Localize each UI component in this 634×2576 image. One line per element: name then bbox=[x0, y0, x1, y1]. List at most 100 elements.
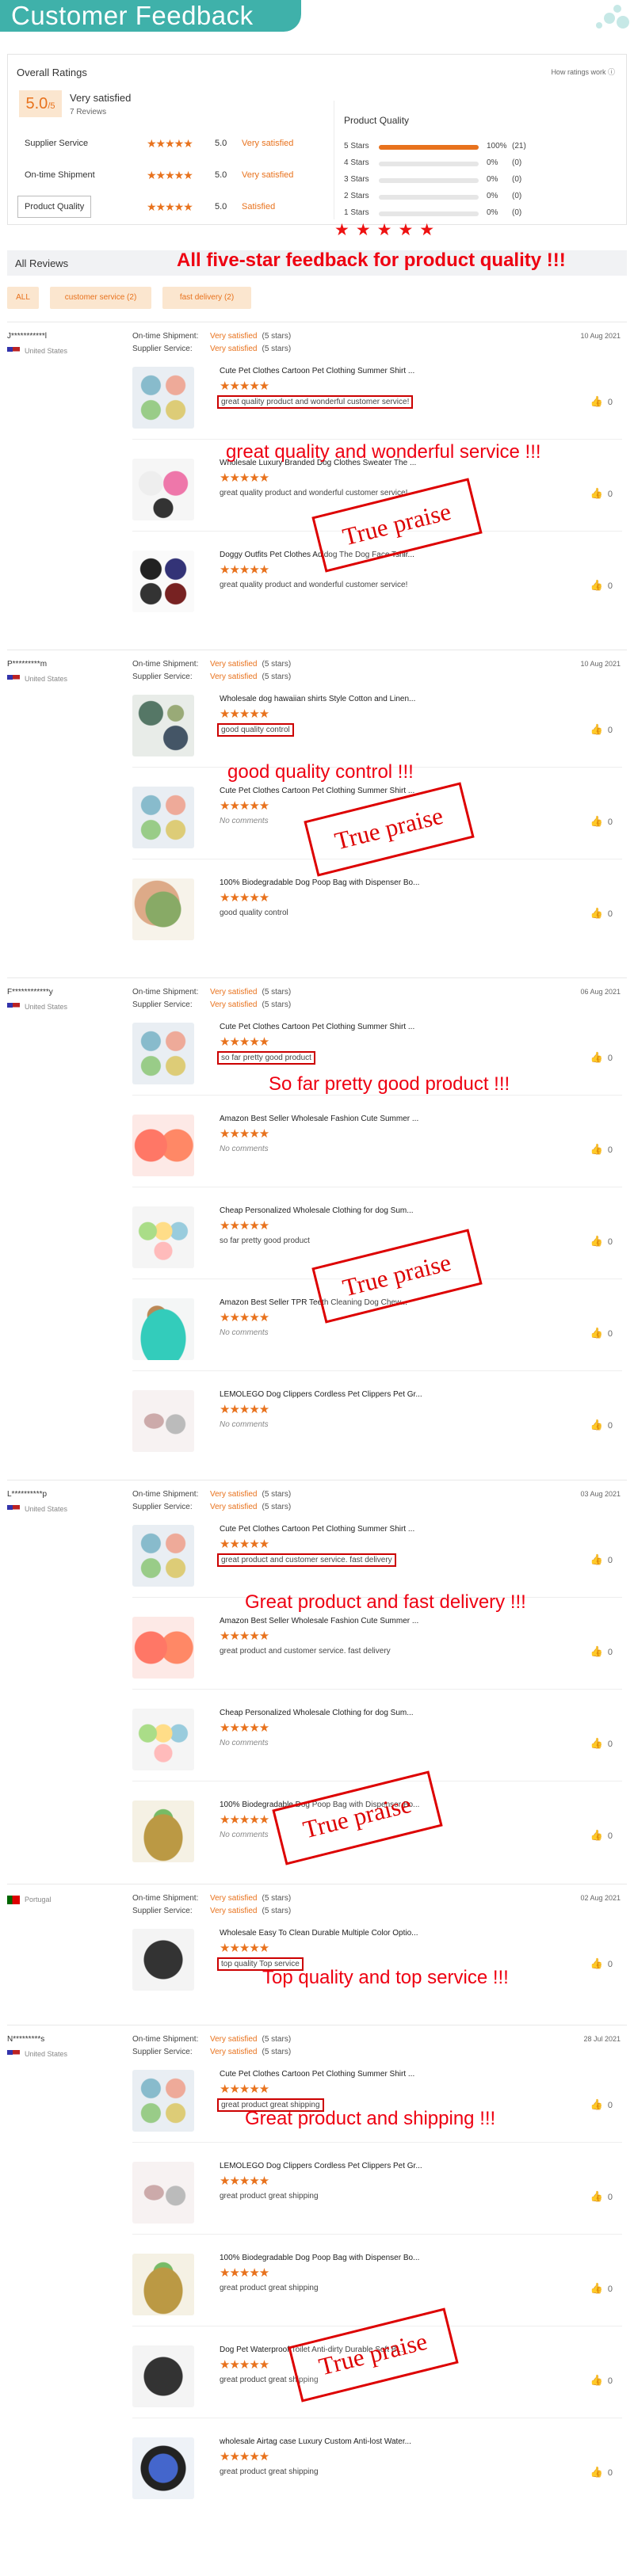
product-image[interactable] bbox=[132, 1298, 194, 1360]
country-flag-icon bbox=[7, 2050, 20, 2060]
product-name-link[interactable]: Cute Pet Clothes Cartoon Pet Clothing Su… bbox=[220, 2070, 414, 2079]
like-button[interactable]: 👍 0 bbox=[590, 1829, 613, 1842]
product-image[interactable] bbox=[132, 2070, 194, 2132]
thumbs-up-icon: 👍 bbox=[590, 1645, 603, 1657]
product-star-rating: ★★★★★ bbox=[220, 707, 269, 721]
product-image[interactable] bbox=[132, 1709, 194, 1770]
category-on-time-shipment[interactable]: On-time Shipment ★★★★★ 5.0 Very satisfie… bbox=[17, 163, 318, 187]
annotation-text: Great product and fast delivery !!! bbox=[245, 1591, 526, 1613]
like-button[interactable]: 👍 0 bbox=[590, 1143, 613, 1156]
product-image[interactable] bbox=[132, 1801, 194, 1862]
product-name-link[interactable]: Amazon Best Seller Wholesale Fashion Cut… bbox=[220, 1115, 418, 1123]
product-image[interactable] bbox=[132, 459, 194, 520]
product-name-link[interactable]: Amazon Best Seller Wholesale Fashion Cut… bbox=[220, 1617, 418, 1625]
product-name-link[interactable]: Cute Pet Clothes Cartoon Pet Clothing Su… bbox=[220, 787, 414, 795]
category-supplier-service[interactable]: Supplier Service ★★★★★ 5.0 Very satisfie… bbox=[17, 131, 318, 155]
filter-customer-service-button[interactable]: customer service (2) bbox=[50, 287, 151, 309]
product-image[interactable] bbox=[132, 551, 194, 612]
product-name-link[interactable]: Cheap Personalized Wholesale Clothing fo… bbox=[220, 1709, 414, 1717]
like-button[interactable]: 👍 0 bbox=[590, 1235, 613, 1248]
rating-row: 1 Stars 0% (0) bbox=[344, 208, 522, 217]
product-name-link[interactable]: wholesale Airtag case Luxury Custom Anti… bbox=[220, 2437, 411, 2446]
product-name-link[interactable]: Wholesale dog hawaiian shirts Style Cott… bbox=[220, 695, 415, 703]
star-rating: ★★★★★ bbox=[147, 200, 193, 213]
country-flag-icon bbox=[7, 347, 20, 356]
like-button[interactable]: 👍 0 bbox=[590, 1957, 613, 1970]
overall-score: 5.0/5 bbox=[19, 90, 62, 117]
like-button[interactable]: 👍 0 bbox=[590, 1645, 613, 1658]
supplier-rating: Supplier Service: Very satisfied (5 stars) bbox=[132, 345, 292, 353]
like-button[interactable]: 👍 0 bbox=[590, 487, 613, 500]
product-image[interactable] bbox=[132, 1929, 194, 1991]
like-button[interactable]: 👍 0 bbox=[590, 2098, 613, 2111]
product-image[interactable] bbox=[132, 1023, 194, 1084]
product-image[interactable] bbox=[132, 695, 194, 756]
shipment-rating: On-time Shipment: Very satisfied (5 stars) bbox=[132, 332, 292, 341]
reviewer-country: United States bbox=[7, 1505, 67, 1515]
like-button[interactable]: 👍 0 bbox=[590, 1051, 613, 1064]
product-star-rating: ★★★★★ bbox=[220, 1311, 269, 1324]
product-star-rating: ★★★★★ bbox=[220, 1035, 269, 1049]
review-product-item: Cute Pet Clothes Cartoon Pet Clothing Su… bbox=[132, 1515, 622, 1598]
product-image[interactable] bbox=[132, 2162, 194, 2224]
like-button[interactable]: 👍 0 bbox=[590, 907, 613, 920]
product-star-rating: ★★★★★ bbox=[220, 471, 269, 485]
product-name-link[interactable]: Cheap Personalized Wholesale Clothing fo… bbox=[220, 1206, 414, 1215]
product-image[interactable] bbox=[132, 1115, 194, 1176]
review-card: P*********m United States On-time Shipme… bbox=[7, 650, 627, 977]
review-comment: good quality control bbox=[220, 909, 288, 917]
product-name-link[interactable]: Wholesale Easy To Clean Durable Multiple… bbox=[220, 1929, 418, 1938]
product-name-link[interactable]: Cute Pet Clothes Cartoon Pet Clothing Su… bbox=[220, 367, 414, 375]
product-image[interactable] bbox=[132, 367, 194, 429]
thumbs-up-icon: 👍 bbox=[590, 2190, 603, 2202]
review-comment: great quality product and wonderful cust… bbox=[220, 489, 408, 497]
category-product-quality[interactable]: Product Quality ★★★★★ 5.0 Satisfied bbox=[17, 195, 318, 219]
how-ratings-work-link[interactable]: How ratings work ⓘ bbox=[551, 67, 615, 77]
product-name-link[interactable]: 100% Biodegradable Dog Poop Bag with Dis… bbox=[220, 878, 419, 887]
like-button[interactable]: 👍 0 bbox=[590, 1553, 613, 1566]
filter-fast-delivery-button[interactable]: fast delivery (2) bbox=[162, 287, 251, 309]
like-button[interactable]: 👍 0 bbox=[590, 2282, 613, 2295]
product-name-link[interactable]: Cute Pet Clothes Cartoon Pet Clothing Su… bbox=[220, 1525, 414, 1534]
product-name-link[interactable]: 100% Biodegradable Dog Poop Bag with Dis… bbox=[220, 2254, 419, 2262]
product-image[interactable] bbox=[132, 2254, 194, 2315]
product-image[interactable] bbox=[132, 878, 194, 940]
filter-all-button[interactable]: ALL bbox=[7, 287, 39, 309]
review-date: 10 Aug 2021 bbox=[580, 332, 621, 340]
review-product-item: 100% Biodegradable Dog Poop Bag with Dis… bbox=[132, 869, 622, 951]
product-image[interactable] bbox=[132, 1206, 194, 1268]
thumbs-up-icon: 👍 bbox=[590, 1143, 603, 1155]
product-image[interactable] bbox=[132, 1390, 194, 1452]
shipment-rating: On-time Shipment: Very satisfied (5 stars) bbox=[132, 1490, 292, 1499]
thumbs-up-icon: 👍 bbox=[590, 1419, 603, 1431]
thumbs-up-icon: 👍 bbox=[590, 395, 603, 407]
product-name-link[interactable]: LEMOLEGO Dog Clippers Cordless Pet Clipp… bbox=[220, 2162, 422, 2170]
reviewer-name: P*********m bbox=[7, 660, 48, 669]
shipment-rating: On-time Shipment: Very satisfied (5 stars) bbox=[132, 988, 292, 996]
product-image[interactable] bbox=[132, 2345, 194, 2407]
review-product-item: LEMOLEGO Dog Clippers Cordless Pet Clipp… bbox=[132, 1381, 622, 1463]
review-card: L**********p United States On-time Shipm… bbox=[7, 1480, 627, 1884]
product-image[interactable] bbox=[132, 1617, 194, 1679]
all-reviews-title: All Reviews bbox=[15, 257, 69, 269]
product-quality-title: Product Quality bbox=[344, 115, 410, 126]
product-name-link[interactable]: LEMOLEGO Dog Clippers Cordless Pet Clipp… bbox=[220, 1390, 422, 1399]
thumbs-up-icon: 👍 bbox=[590, 1829, 603, 1841]
product-name-link[interactable]: Cute Pet Clothes Cartoon Pet Clothing Su… bbox=[220, 1023, 414, 1031]
like-button[interactable]: 👍 0 bbox=[590, 815, 613, 828]
like-button[interactable]: 👍 0 bbox=[590, 1327, 613, 1339]
like-button[interactable]: 👍 0 bbox=[590, 1737, 613, 1750]
review-product-item: LEMOLEGO Dog Clippers Cordless Pet Clipp… bbox=[132, 2152, 622, 2235]
like-button[interactable]: 👍 0 bbox=[590, 2466, 613, 2479]
product-image[interactable] bbox=[132, 787, 194, 848]
like-button[interactable]: 👍 0 bbox=[590, 395, 613, 408]
product-image[interactable] bbox=[132, 1525, 194, 1587]
like-button[interactable]: 👍 0 bbox=[590, 723, 613, 736]
review-comment: great product great shipping bbox=[220, 2192, 319, 2201]
star-rating: ★★★★★ bbox=[147, 169, 193, 181]
product-image[interactable] bbox=[132, 2437, 194, 2499]
like-button[interactable]: 👍 0 bbox=[590, 2190, 613, 2203]
like-button[interactable]: 👍 0 bbox=[590, 2374, 613, 2387]
like-button[interactable]: 👍 0 bbox=[590, 1419, 613, 1431]
like-button[interactable]: 👍 0 bbox=[590, 579, 613, 592]
